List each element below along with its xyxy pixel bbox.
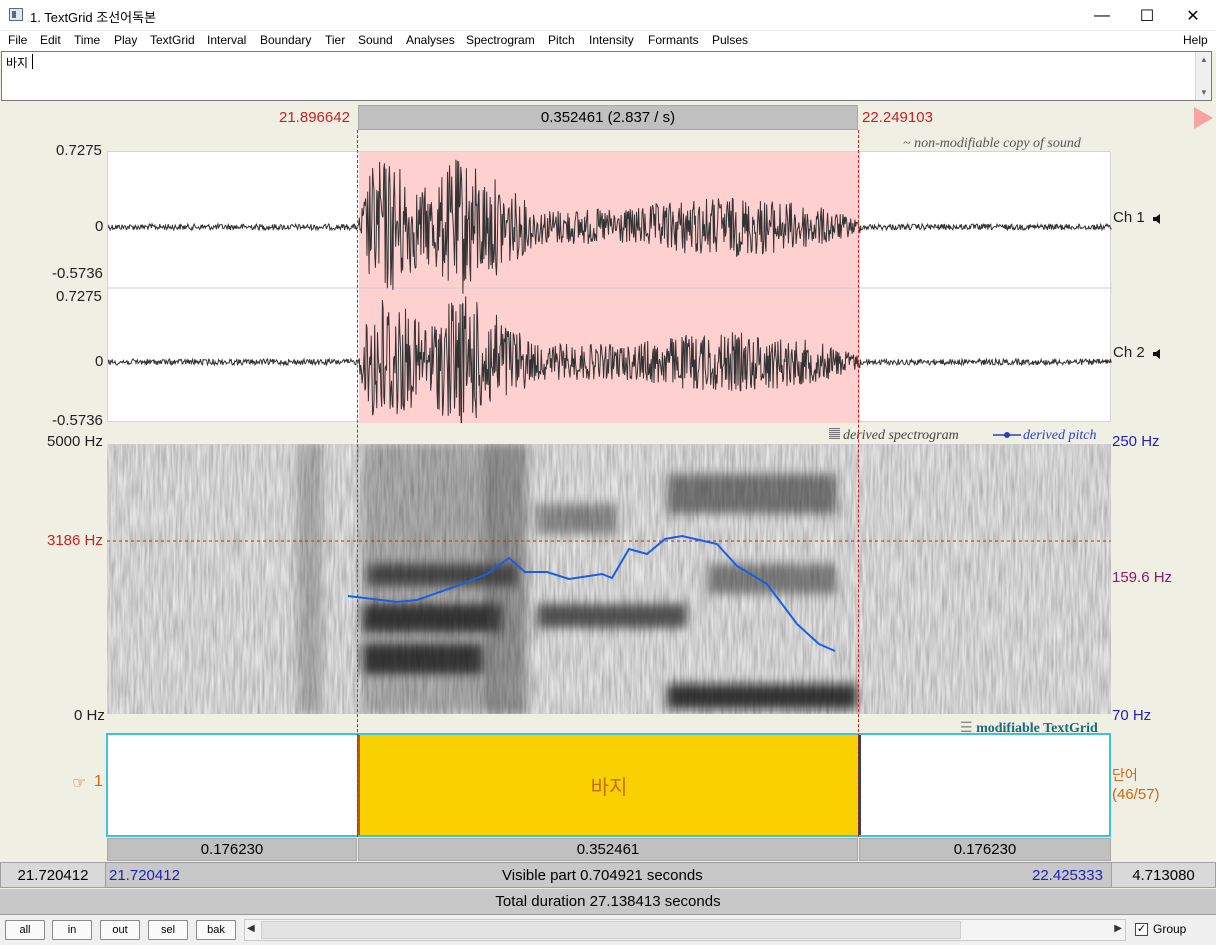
zoom-sel-button[interactable]: sel [148, 920, 188, 940]
menu-bar: File Edit Time Play TextGrid Interval Bo… [0, 31, 1216, 51]
spectrogram-panel[interactable] [107, 444, 1111, 714]
scrollbar-thumb[interactable] [261, 921, 961, 939]
text-caret [32, 54, 33, 69]
spectrogram-label: derived spectrogram [843, 428, 959, 443]
menu-edit[interactable]: Edit [40, 33, 61, 47]
pitch-cursor-label: 159.6 Hz [1112, 569, 1173, 586]
visible-right-outer[interactable]: 4.713080 [1111, 862, 1216, 888]
selection-duration-bar[interactable]: 0.352461 (2.837 / s) [358, 105, 858, 130]
ch1-label: Ch 1 [1113, 209, 1145, 226]
title-bar: 1. TextGrid 조선어독본 — ☐ ✕ [0, 0, 1216, 31]
menu-tier[interactable]: Tier [325, 33, 345, 47]
window-title: 1. TextGrid 조선어독본 [30, 10, 157, 25]
visible-right-inner: 22.425333 [1032, 867, 1103, 884]
menu-intensity[interactable]: Intensity [589, 33, 634, 47]
total-duration-bar[interactable]: Total duration 27.138413 seconds [0, 889, 1216, 915]
minimize-button[interactable]: — [1079, 0, 1125, 31]
menu-textgrid[interactable]: TextGrid [150, 33, 195, 47]
zoom-back-button[interactable]: bak [196, 920, 236, 940]
ch2-min-label: -0.5736 [52, 412, 103, 429]
scroll-up-icon[interactable]: ▲ [1200, 55, 1208, 64]
text-field-scrollbar[interactable]: ▲ ▼ [1195, 52, 1211, 100]
scroll-down-icon[interactable]: ▼ [1200, 88, 1208, 97]
ch2-label: Ch 2 [1113, 344, 1145, 361]
pitch-top-label: 250 Hz [1112, 433, 1160, 450]
menu-spectrogram[interactable]: Spectrogram [466, 33, 535, 47]
tier-count: (46/57) [1112, 786, 1160, 803]
selection-end-time: 22.249103 [862, 109, 933, 126]
menu-play[interactable]: Play [114, 33, 137, 47]
spectrogram-graph [107, 444, 1111, 714]
zoom-in-button[interactable]: in [52, 920, 92, 940]
visible-left-inner: 21.720412 [109, 867, 180, 884]
menu-file[interactable]: File [8, 33, 27, 47]
spectrogram-legend-icon [829, 428, 840, 439]
tier-number: 1 [94, 773, 103, 790]
app-icon [9, 8, 23, 21]
menu-help[interactable]: Help [1183, 33, 1208, 47]
visible-left-outer[interactable]: 21.720412 [0, 862, 106, 888]
waveform-graph [108, 152, 1112, 423]
menu-time[interactable]: Time [74, 33, 100, 47]
scroll-left-icon[interactable]: ◀ [247, 923, 255, 934]
ch2-speaker-icon[interactable] [1152, 347, 1162, 365]
interval-text-field[interactable]: 바지 ▲ ▼ [1, 51, 1212, 101]
interval-text-value: 바지 [6, 56, 29, 70]
menu-formants[interactable]: Formants [648, 33, 699, 47]
ch1-speaker-icon[interactable] [1152, 212, 1162, 230]
ch2-zero-label: 0 [95, 353, 104, 370]
selection-start-line [357, 130, 358, 837]
ch1-min-label: -0.5736 [52, 265, 103, 282]
maximize-button[interactable]: ☐ [1124, 0, 1170, 31]
menu-sound[interactable]: Sound [358, 33, 393, 47]
menu-boundary[interactable]: Boundary [260, 33, 311, 47]
menu-pulses[interactable]: Pulses [712, 33, 748, 47]
menu-pitch[interactable]: Pitch [548, 33, 575, 47]
group-label: Group [1153, 922, 1187, 936]
sound-panel[interactable] [107, 151, 1112, 423]
interval-selected[interactable]: 바지 [359, 735, 859, 835]
close-button[interactable]: ✕ [1170, 0, 1216, 31]
ch1-zero-label: 0 [95, 218, 104, 235]
left-interval-duration[interactable]: 0.176230 [107, 838, 357, 861]
menu-interval[interactable]: Interval [207, 33, 246, 47]
group-checkbox[interactable]: ✓ [1135, 923, 1148, 936]
zoom-out-button[interactable]: out [100, 920, 140, 940]
scroll-right-icon[interactable]: ▶ [1114, 923, 1122, 934]
textgrid-tier[interactable]: 바지 [106, 733, 1111, 837]
sound-label: ~ non-modifiable copy of sound [903, 136, 1081, 151]
ch2-max-label: 0.7275 [56, 288, 102, 305]
right-interval-duration[interactable]: 0.176230 [859, 838, 1111, 861]
menu-analyses[interactable]: Analyses [406, 33, 455, 47]
play-triangle-icon[interactable] [1194, 107, 1213, 129]
time-scrollbar[interactable]: ◀ ▶ [244, 919, 1126, 941]
visible-part-label: Visible part 0.704921 seconds [502, 867, 703, 884]
selection-start-time: 21.896642 [279, 109, 350, 126]
interval-text: 바지 [590, 776, 628, 799]
ch1-max-label: 0.7275 [56, 142, 102, 159]
spectrogram-top-freq: 5000 Hz [47, 433, 103, 450]
selection-end-line [858, 130, 859, 837]
spectrogram-bottom-freq: 0 Hz [74, 707, 105, 724]
selected-interval-duration[interactable]: 0.352461 [358, 838, 858, 861]
tier-name: 단어 [1112, 767, 1138, 783]
zoom-all-button[interactable]: all [5, 920, 45, 940]
pitch-bottom-label: 70 Hz [1112, 707, 1152, 724]
pitch-label: derived pitch [1023, 428, 1097, 443]
spectrogram-cursor-freq: 3186 Hz [47, 532, 103, 549]
tier-pointer-icon[interactable]: ☞ [72, 773, 86, 793]
